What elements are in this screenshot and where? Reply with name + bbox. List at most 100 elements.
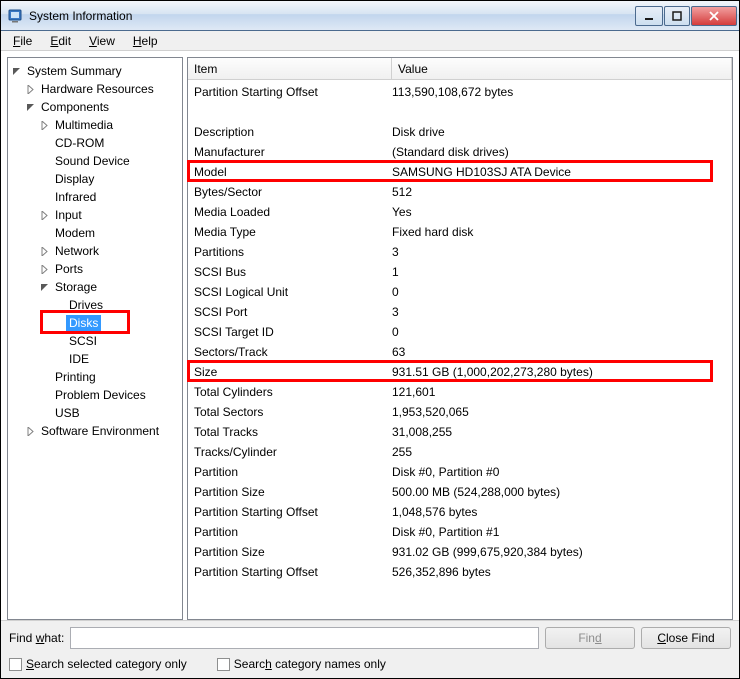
tree-item-storage[interactable]: Storage <box>10 278 182 296</box>
cell-item: SCSI Logical Unit <box>188 285 392 299</box>
column-value[interactable]: Value <box>392 58 732 79</box>
tree-item-disks[interactable]: Disks <box>10 314 182 332</box>
list-row[interactable]: Partitions3 <box>188 242 732 262</box>
tree-item-drives[interactable]: Drives <box>10 296 182 314</box>
expand-icon[interactable] <box>24 83 36 95</box>
cell-item: Partition <box>188 525 392 539</box>
list-row[interactable]: Partition Starting Offset1,048,576 bytes <box>188 502 732 522</box>
list-row[interactable]: Partition Size931.02 GB (999,675,920,384… <box>188 542 732 562</box>
cell-value: SAMSUNG HD103SJ ATA Device <box>392 165 732 179</box>
cell-value: 500.00 MB (524,288,000 bytes) <box>392 485 732 499</box>
list-row[interactable]: Total Tracks31,008,255 <box>188 422 732 442</box>
cell-item: Total Cylinders <box>188 385 392 399</box>
cell-value: 63 <box>392 345 732 359</box>
find-input[interactable] <box>70 627 539 649</box>
tree-item-display[interactable]: Display <box>10 170 182 188</box>
maximize-button[interactable] <box>664 6 690 26</box>
window-buttons <box>634 6 737 26</box>
tree-item-software-environment[interactable]: Software Environment <box>10 422 182 440</box>
menu-file[interactable]: File <box>5 32 40 50</box>
list-row[interactable]: Partition Starting Offset526,352,896 byt… <box>188 562 732 582</box>
tree-item-usb[interactable]: USB <box>10 404 182 422</box>
list-row[interactable]: Media LoadedYes <box>188 202 732 222</box>
menu-view[interactable]: View <box>81 32 123 50</box>
tree-item-network[interactable]: Network <box>10 242 182 260</box>
cell-value: 3 <box>392 245 732 259</box>
minimize-button[interactable] <box>635 6 663 26</box>
find-button[interactable]: Find <box>545 627 635 649</box>
cell-item: Partition <box>188 465 392 479</box>
close-button[interactable] <box>691 6 737 26</box>
tree-item-ide[interactable]: IDE <box>10 350 182 368</box>
cell-value: 931.02 GB (999,675,920,384 bytes) <box>392 545 732 559</box>
cell-value: 0 <box>392 325 732 339</box>
list-row[interactable]: PartitionDisk #0, Partition #0 <box>188 462 732 482</box>
list-row[interactable]: Manufacturer(Standard disk drives) <box>188 142 732 162</box>
cell-item: Sectors/Track <box>188 345 392 359</box>
list-row[interactable]: DescriptionDisk drive <box>188 122 732 142</box>
tree-label: Hardware Resources <box>38 81 157 97</box>
list-row[interactable]: Tracks/Cylinder255 <box>188 442 732 462</box>
tree-label: Input <box>52 207 85 223</box>
list-row[interactable]: Partition Size500.00 MB (524,288,000 byt… <box>188 482 732 502</box>
expand-icon[interactable] <box>38 263 50 275</box>
list-row[interactable]: Total Cylinders121,601 <box>188 382 732 402</box>
list-row[interactable]: Bytes/Sector512 <box>188 182 732 202</box>
cell-value: 526,352,896 bytes <box>392 565 732 579</box>
tree-item-components[interactable]: Components <box>10 98 182 116</box>
cell-item: Total Sectors <box>188 405 392 419</box>
list-row[interactable]: Partition Starting Offset113,590,108,672… <box>188 82 732 102</box>
tree-label: Network <box>52 243 102 259</box>
tree-item-modem[interactable]: Modem <box>10 224 182 242</box>
tree-item-hardware-resources[interactable]: Hardware Resources <box>10 80 182 98</box>
search-names-checkbox[interactable]: Search category names only <box>217 657 386 671</box>
collapse-icon[interactable] <box>24 101 36 113</box>
cell-value: 1,048,576 bytes <box>392 505 732 519</box>
blank-row <box>188 102 732 122</box>
cell-item: Partition Starting Offset <box>188 505 392 519</box>
tree-item-sound-device[interactable]: Sound Device <box>10 152 182 170</box>
expand-icon[interactable] <box>38 209 50 221</box>
column-item[interactable]: Item <box>188 58 392 79</box>
tree-label: CD-ROM <box>52 135 107 151</box>
collapse-icon[interactable] <box>38 281 50 293</box>
tree-item-ports[interactable]: Ports <box>10 260 182 278</box>
tree-item-system-summary[interactable]: System Summary <box>10 62 182 80</box>
list-row[interactable]: Sectors/Track63 <box>188 342 732 362</box>
list-row[interactable]: Media TypeFixed hard disk <box>188 222 732 242</box>
list-row[interactable]: ModelSAMSUNG HD103SJ ATA Device <box>188 162 732 182</box>
list-row[interactable]: SCSI Port3 <box>188 302 732 322</box>
collapse-icon[interactable] <box>10 65 22 77</box>
cell-value: Disk drive <box>392 125 732 139</box>
menu-edit[interactable]: Edit <box>42 32 79 50</box>
tree-item-cd-rom[interactable]: CD-ROM <box>10 134 182 152</box>
cell-value: 1 <box>392 265 732 279</box>
list-row[interactable]: PartitionDisk #0, Partition #1 <box>188 522 732 542</box>
expand-icon[interactable] <box>38 119 50 131</box>
tree-item-printing[interactable]: Printing <box>10 368 182 386</box>
tree-item-infrared[interactable]: Infrared <box>10 188 182 206</box>
search-selected-checkbox[interactable]: Search selected category only <box>9 657 187 671</box>
menu-help[interactable]: Help <box>125 32 166 50</box>
cell-value: Yes <box>392 205 732 219</box>
tree-item-scsi[interactable]: SCSI <box>10 332 182 350</box>
list-row[interactable]: Total Sectors1,953,520,065 <box>188 402 732 422</box>
tree-label: System Summary <box>24 63 125 79</box>
column-headers: Item Value <box>188 58 732 80</box>
cell-item: Media Type <box>188 225 392 239</box>
list-row[interactable]: Size931.51 GB (1,000,202,273,280 bytes) <box>188 362 732 382</box>
cell-value: 512 <box>392 185 732 199</box>
expand-icon[interactable] <box>38 245 50 257</box>
list-row[interactable]: SCSI Target ID0 <box>188 322 732 342</box>
list-row[interactable]: SCSI Bus1 <box>188 262 732 282</box>
cell-item: Partition Size <box>188 485 392 499</box>
category-tree[interactable]: System Summary Hardware ResourcesComponen… <box>7 57 183 620</box>
close-find-button[interactable]: Close Find <box>641 627 731 649</box>
tree-item-problem-devices[interactable]: Problem Devices <box>10 386 182 404</box>
cell-item: Partition Size <box>188 545 392 559</box>
list-row[interactable]: SCSI Logical Unit0 <box>188 282 732 302</box>
tree-item-multimedia[interactable]: Multimedia <box>10 116 182 134</box>
expand-icon[interactable] <box>24 425 36 437</box>
tree-item-input[interactable]: Input <box>10 206 182 224</box>
details-list[interactable]: Partition Starting Offset113,590,108,672… <box>188 80 732 619</box>
